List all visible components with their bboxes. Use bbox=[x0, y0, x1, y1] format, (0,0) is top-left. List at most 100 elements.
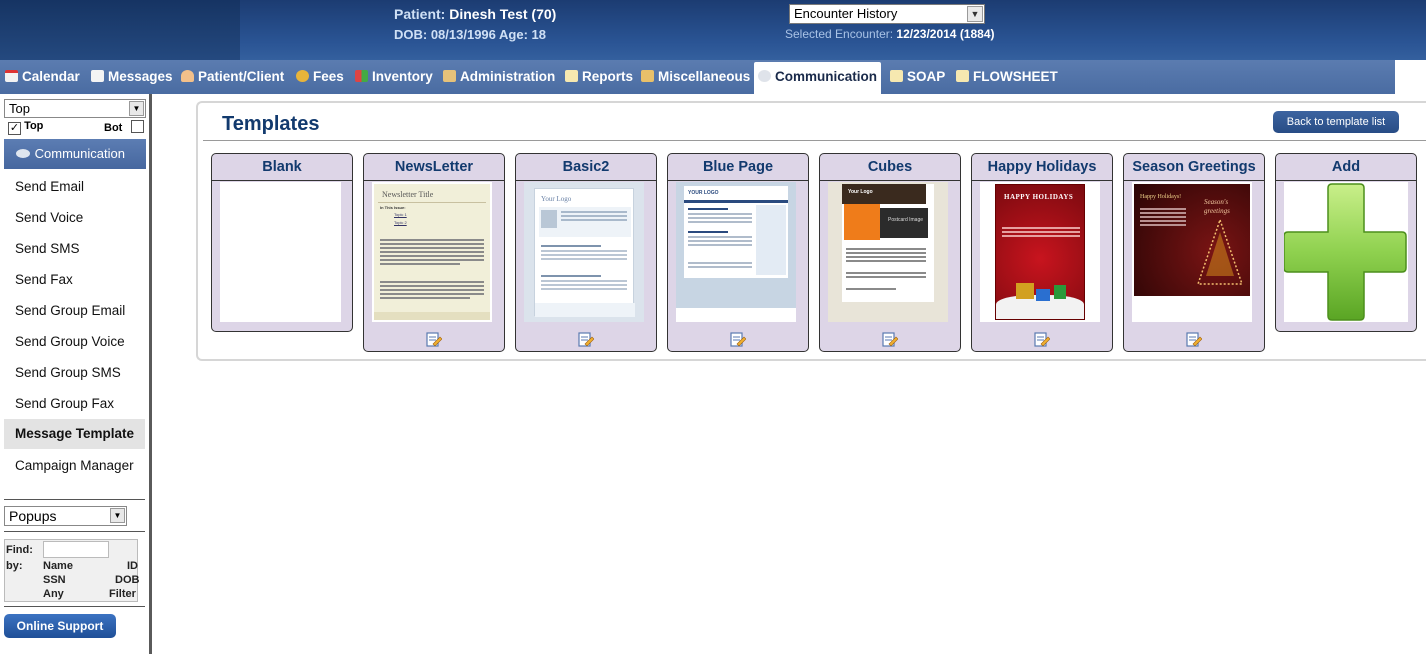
top-checkbox-row: ✓ Top bbox=[8, 120, 43, 135]
chevron-down-icon[interactable]: ▼ bbox=[967, 6, 983, 22]
person-icon bbox=[181, 70, 194, 82]
chevron-down-icon[interactable]: ▼ bbox=[129, 101, 144, 116]
divider bbox=[4, 531, 145, 532]
tab-administration[interactable]: Administration bbox=[443, 67, 555, 89]
template-title[interactable]: Blank bbox=[212, 154, 352, 181]
edit-icon[interactable] bbox=[1034, 331, 1050, 347]
sidebar-item-send-voice[interactable]: Send Voice bbox=[4, 203, 145, 233]
template-title[interactable]: Basic2 bbox=[516, 154, 656, 181]
sidebar-item-send-fax[interactable]: Send Fax bbox=[4, 265, 145, 295]
christmas-tree-icon bbox=[1196, 218, 1244, 285]
template-title[interactable]: Blue Page bbox=[668, 154, 808, 181]
newsletter-title: Newsletter Title bbox=[382, 190, 434, 199]
tab-miscellaneous[interactable]: Miscellaneous bbox=[641, 67, 750, 89]
template-card-newsletter: NewsLetter Newsletter Title In This Issu… bbox=[363, 153, 505, 352]
template-thumbnail[interactable]: HAPPY HOLIDAYS bbox=[980, 182, 1100, 322]
add-template-button[interactable] bbox=[1284, 182, 1408, 322]
find-by-name[interactable]: Name bbox=[43, 560, 73, 572]
template-title[interactable]: Happy Holidays bbox=[972, 154, 1112, 181]
cubes-logo: Your Logo bbox=[848, 189, 873, 195]
top-select[interactable]: Top ▼ bbox=[4, 99, 146, 118]
selected-encounter-value: 12/23/2014 (1884) bbox=[896, 27, 995, 41]
popups-select[interactable]: Popups ▼ bbox=[4, 506, 127, 526]
template-card-blue-page: Blue Page YOUR LOGO bbox=[667, 153, 809, 352]
sidebar-item-send-email[interactable]: Send Email bbox=[4, 172, 145, 202]
sidebar-item-send-group-fax[interactable]: Send Group Fax bbox=[4, 389, 145, 419]
selected-encounter-label: Selected Encounter: bbox=[785, 27, 894, 41]
template-title[interactable]: Season Greetings bbox=[1124, 154, 1264, 181]
bot-checkbox[interactable] bbox=[131, 120, 145, 133]
newsletter-topic-2: Topic 2 bbox=[394, 220, 407, 225]
online-support-button[interactable]: Online Support bbox=[4, 614, 116, 638]
edit-icon[interactable] bbox=[1186, 331, 1202, 347]
sidebar-item-campaign-manager[interactable]: Campaign Manager bbox=[4, 451, 145, 481]
basic2-logo: Your Logo bbox=[541, 195, 572, 203]
find-by-id[interactable]: ID bbox=[127, 560, 138, 572]
envelope-icon bbox=[91, 70, 104, 82]
template-thumbnail[interactable]: Your Logo bbox=[524, 182, 644, 322]
communication-icon bbox=[16, 149, 30, 158]
find-by-filter[interactable]: Filter bbox=[109, 588, 136, 600]
divider bbox=[203, 140, 1426, 141]
top-checkbox-label: Top bbox=[24, 120, 44, 132]
template-thumbnail[interactable]: Happy Holidays! Season's greetings bbox=[1132, 182, 1252, 322]
flowsheet-icon bbox=[956, 70, 969, 82]
plus-icon bbox=[1284, 183, 1407, 321]
edit-icon[interactable] bbox=[730, 331, 746, 347]
sidebar-item-send-group-email[interactable]: Send Group Email bbox=[4, 296, 145, 326]
find-by-ssn[interactable]: SSN bbox=[43, 574, 66, 586]
chevron-down-icon[interactable]: ▼ bbox=[110, 508, 125, 523]
top-checkbox[interactable]: ✓ bbox=[8, 122, 21, 135]
find-by-dob[interactable]: DOB bbox=[115, 574, 139, 586]
communication-icon bbox=[758, 70, 771, 82]
page-title: Templates bbox=[222, 113, 320, 135]
tab-inventory[interactable]: Inventory bbox=[355, 67, 433, 89]
template-title[interactable]: Add bbox=[1276, 154, 1416, 181]
sidebar-item-send-sms[interactable]: Send SMS bbox=[4, 234, 145, 264]
sidebar-section-communication[interactable]: Communication bbox=[4, 139, 146, 169]
template-thumbnail[interactable]: YOUR LOGO bbox=[676, 182, 796, 322]
template-card-cubes: Cubes Your Logo Postcard Image bbox=[819, 153, 961, 352]
find-input[interactable] bbox=[43, 541, 109, 558]
patient-name[interactable]: Dinesh Test (70) bbox=[449, 6, 556, 22]
edit-icon[interactable] bbox=[426, 331, 442, 347]
misc-icon bbox=[641, 70, 654, 82]
tab-communication[interactable]: Communication bbox=[754, 62, 882, 94]
template-thumbnail[interactable]: Your Logo Postcard Image bbox=[828, 182, 948, 322]
tab-soap[interactable]: SOAP bbox=[890, 67, 945, 89]
season-script: Season's greetings bbox=[1204, 198, 1230, 215]
sidebar-item-send-group-sms[interactable]: Send Group SMS bbox=[4, 358, 145, 388]
tab-flowsheet[interactable]: FLOWSHEET bbox=[956, 67, 1058, 89]
encounter-history-select[interactable]: Encounter History ▼ bbox=[789, 4, 985, 24]
tab-calendar[interactable]: Calendar bbox=[5, 67, 80, 89]
tab-reports[interactable]: Reports bbox=[565, 67, 633, 89]
template-title[interactable]: NewsLetter bbox=[364, 154, 504, 181]
template-thumbnail[interactable] bbox=[220, 182, 341, 322]
season-heading: Happy Holidays! bbox=[1140, 194, 1182, 200]
template-card-happy-holidays: Happy Holidays HAPPY HOLIDAYS bbox=[971, 153, 1113, 352]
soap-icon bbox=[890, 70, 903, 82]
newsletter-preview: Newsletter Title In This Issue: Topic 1 … bbox=[374, 184, 490, 320]
back-to-template-list-button[interactable]: Back to template list bbox=[1273, 111, 1399, 133]
selected-encounter: Selected Encounter: 12/23/2014 (1884) bbox=[785, 27, 995, 41]
template-card-add: Add bbox=[1275, 153, 1417, 332]
tab-patient-client[interactable]: Patient/Client bbox=[181, 67, 284, 89]
admin-icon bbox=[443, 70, 456, 82]
main-nav: Calendar Messages Patient/Client Fees In… bbox=[0, 60, 1426, 94]
find-by-any[interactable]: Any bbox=[43, 588, 64, 600]
newsletter-topic-1: Topic 1 bbox=[394, 212, 407, 217]
template-thumbnail[interactable]: Newsletter Title In This Issue: Topic 1 … bbox=[372, 182, 492, 322]
sidebar-item-send-group-voice[interactable]: Send Group Voice bbox=[4, 327, 145, 357]
tab-messages[interactable]: Messages bbox=[91, 67, 173, 89]
edit-icon[interactable] bbox=[578, 331, 594, 347]
divider bbox=[4, 499, 145, 500]
find-label: Find: bbox=[6, 544, 33, 556]
template-title[interactable]: Cubes bbox=[820, 154, 960, 181]
coins-icon bbox=[296, 70, 309, 82]
edit-icon[interactable] bbox=[882, 331, 898, 347]
tab-fees[interactable]: Fees bbox=[296, 67, 344, 89]
sidebar-item-message-template[interactable]: Message Template bbox=[4, 419, 145, 449]
calendar-icon bbox=[5, 70, 18, 82]
by-label: by: bbox=[6, 560, 23, 572]
bluepage-logo: YOUR LOGO bbox=[688, 190, 719, 196]
